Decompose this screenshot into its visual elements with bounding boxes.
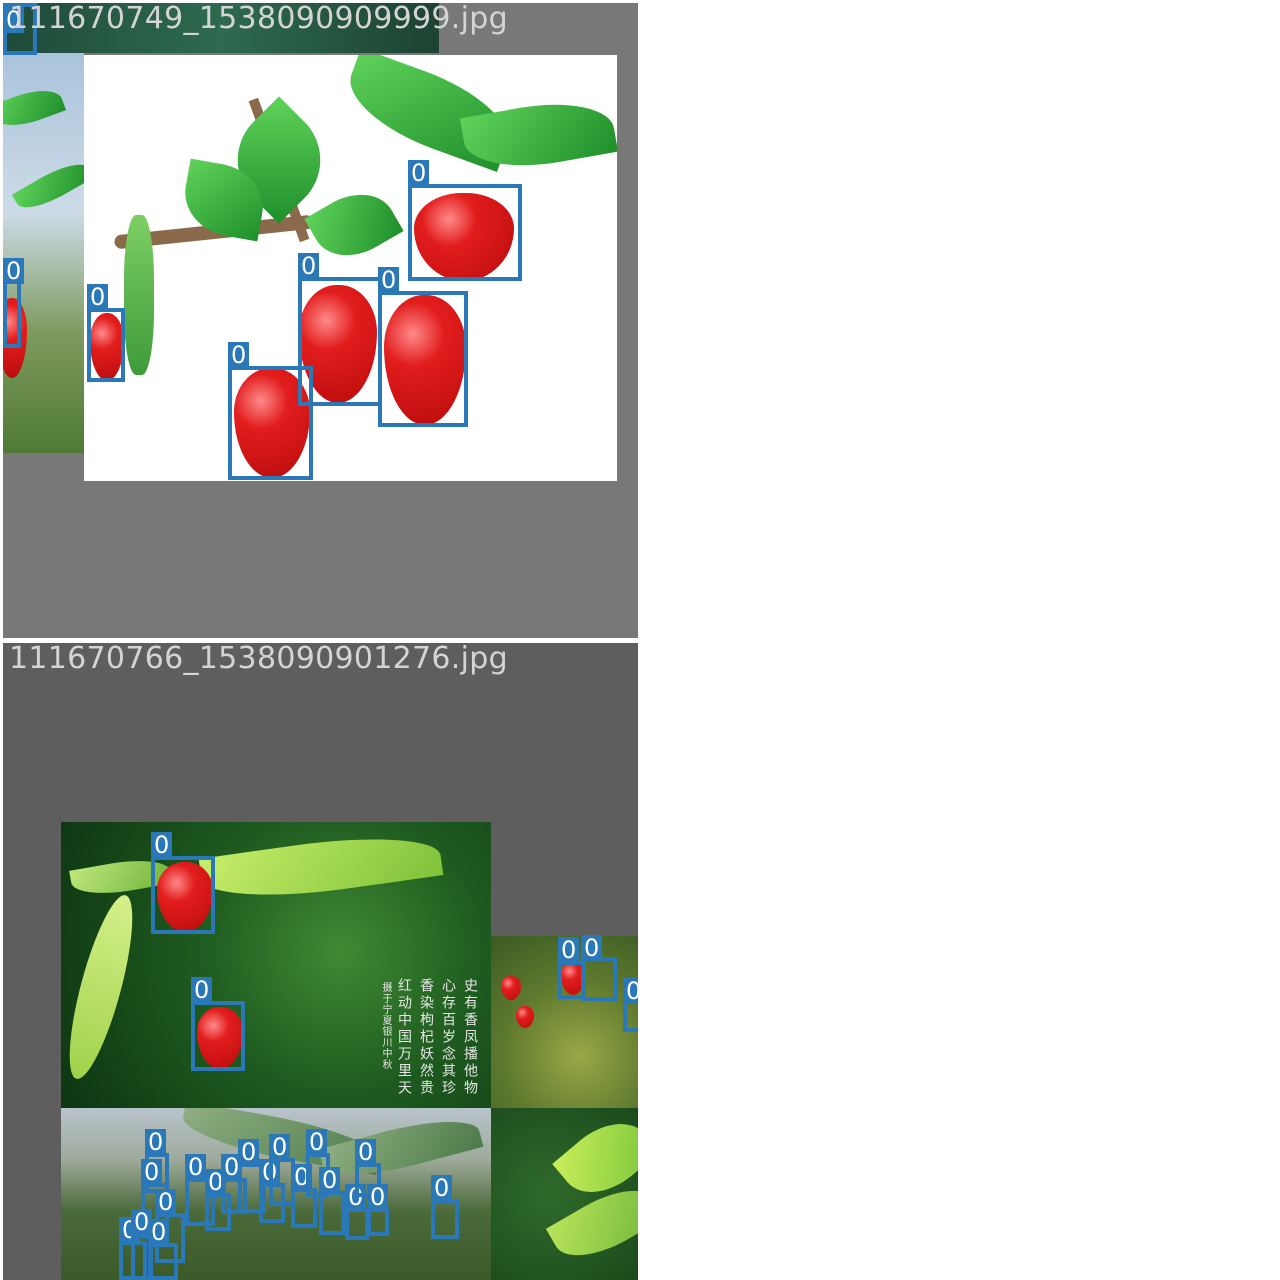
detection-box: 0 [378,267,468,427]
photo-goji-poem: 史有香凤播他物 心存百岁念其珍 香染枸杞妖然贵 红动中国万里天 摄于宁夏银川中秋 [61,822,491,1108]
poem-line: 红动中国万里天 [396,978,412,1097]
mosaic-tile-2: 史有香凤播他物 心存百岁念其珍 香染枸杞妖然贵 红动中国万里天 摄于宁夏银川中秋… [3,643,638,1280]
poem-line: 史有香凤播他物 [462,978,478,1097]
photo-left-partial [3,53,84,453]
detection-box: 0 [87,284,125,382]
image-filename: 111670766_1538090901276.jpg [9,643,508,676]
detection-box: 0 [623,978,638,1032]
detection-box: 0 [345,1184,369,1240]
detection-box: 0 [191,977,245,1071]
poem-signature: 摄于宁夏银川中秋 [380,982,391,1070]
detection-box: 0 [298,253,382,406]
detection-box: 0 [581,935,617,1001]
detection-box: 0 [367,1184,389,1236]
detection-box: 0 [151,832,215,934]
poem-line: 香染枸杞妖然贵 [418,978,434,1097]
detection-box: 0 [3,258,25,348]
detection-box: 0 [408,160,522,281]
image-filename: 111670749_1538090909999.jpg [9,3,508,36]
mosaic-tile-1: 111670749_1538090909999.jpg 0 0 0 0 0 0 … [3,3,638,638]
photo-goji-branch [84,55,617,481]
photo-leaf-closeup [491,1108,638,1280]
detection-box: 0 [131,1209,153,1280]
detection-box: 0 [431,1175,459,1239]
poem-line: 心存百岁念其珍 [440,978,456,1097]
detection-box: 0 [319,1167,345,1235]
detection-box: 0 [3,3,4,4]
